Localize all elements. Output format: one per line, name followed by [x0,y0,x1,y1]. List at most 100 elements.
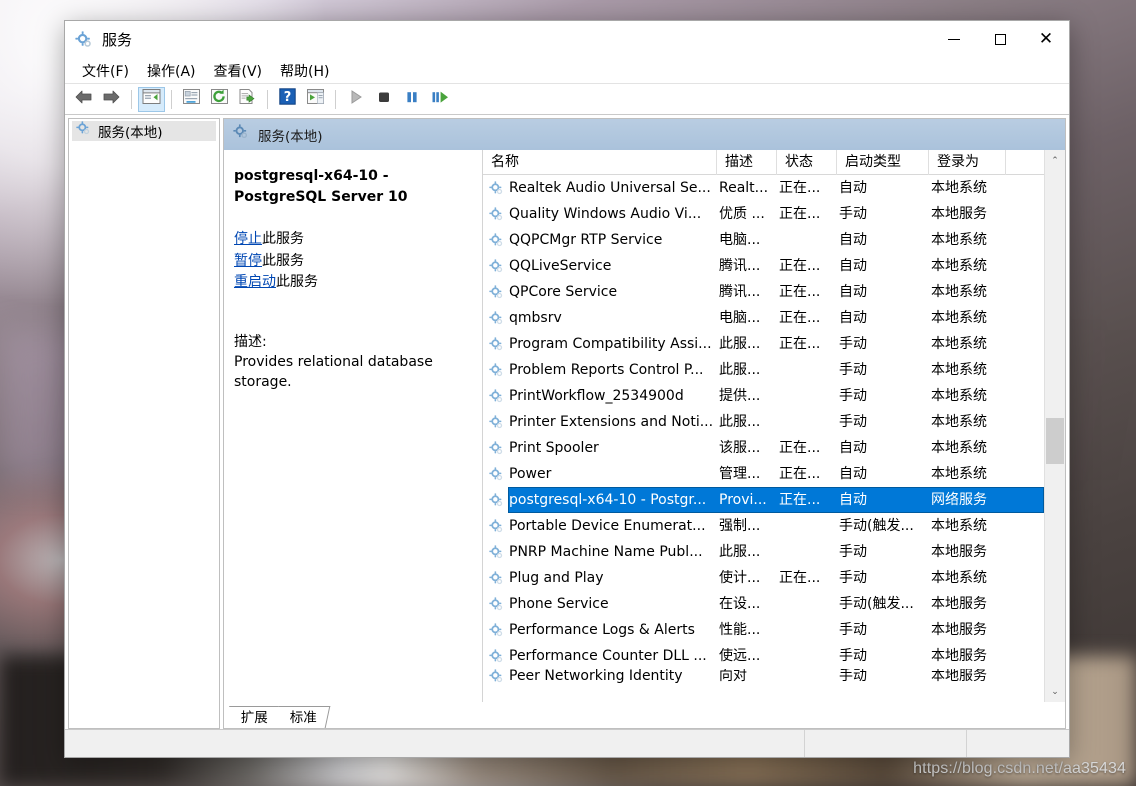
service-log-on-as-cell: 本地系统 [931,284,987,300]
back-button[interactable] [70,87,97,112]
pause-service-row: 暂停此服务 [234,251,468,273]
service-startup-type-cell: 手动 [839,669,867,683]
service-gear-icon [483,310,509,326]
forward-button[interactable] [98,87,125,112]
service-row[interactable]: Realtek Audio Universal Se... Realt... 正在.… [483,175,1043,201]
service-startup-type-cell: 手动(触发... [839,518,914,534]
column-header-filler [1006,150,1043,175]
close-icon: ✕ [1038,29,1054,49]
menu-action[interactable]: 操作(A) [138,59,205,83]
service-status-cell [777,539,837,565]
export-list-button[interactable] [234,87,261,112]
service-detail-title: postgresql-x64-10 - PostgreSQL Server 10 [234,168,408,205]
service-name-cell: PrintWorkflow_2534900d [509,388,684,404]
service-status-cell [777,617,837,643]
service-description-cell: 腾讯... [719,284,761,300]
service-row[interactable]: Print Spooler 该服... 正在... 自动 本地系统 [483,435,1043,461]
show-hide-console-tree-button[interactable] [138,86,165,112]
service-row[interactable]: Program Compatibility Assi... 此服... 正在... 手… [483,331,1043,357]
list-vertical-scrollbar[interactable]: ⌃ ⌄ [1044,150,1065,702]
content-pane-title: 服务(本地) [258,128,323,145]
service-description-label: 描述: [234,333,267,350]
service-log-on-as-cell: 本地服务 [931,544,987,560]
column-header-description[interactable]: 描述 [717,149,777,175]
service-gear-icon [483,518,509,534]
scroll-down-button[interactable]: ⌄ [1045,681,1065,702]
menu-help[interactable]: 帮助(H) [271,59,338,83]
service-startup-type-cell: 手动 [839,570,867,586]
service-description-cell: Realt... [719,180,769,196]
column-header-status[interactable]: 状态 [777,149,837,175]
service-status-cell [777,357,837,383]
refresh-button[interactable] [206,87,233,112]
service-name-cell: Performance Counter DLL ... [509,648,707,664]
column-header-startup-type[interactable]: 启动类型 [837,149,929,175]
service-row[interactable]: Quality Windows Audio Vi... 优质 ... 正在... 手动… [483,201,1043,227]
help-icon: ? [279,88,296,110]
service-row[interactable]: QPCore Service 腾讯... 正在... 自动 本地系统 [483,279,1043,305]
service-startup-type-cell: 自动 [839,258,867,274]
service-row-content: postgresql-x64-10 - Postgr... Provi... 正在.… [508,487,1044,513]
minimize-button[interactable] [931,21,977,58]
column-header-log-on-as[interactable]: 登录为 [929,149,1006,175]
properties-button[interactable] [178,87,205,112]
service-row[interactable]: Peer Networking Identity 向对 手动 本地服务 [483,669,1043,683]
help-button[interactable]: ? [274,87,301,112]
service-description-text: Provides relational database storage. [234,353,433,390]
service-name-cell: Power [509,466,552,482]
service-row[interactable]: Phone Service 在设... 手动(触发... 本地服务 [483,591,1043,617]
restart-service-button[interactable] [426,87,453,112]
service-name-cell: Phone Service [509,596,609,612]
service-row-content: Plug and Play 使计... 正在... 手动 本地系统 [509,566,1043,590]
services-list-body[interactable]: Realtek Audio Universal Se... Realt... 正在.… [483,175,1065,702]
start-service-button[interactable] [342,87,369,112]
window-body: 服务(本地) 服务(本地) postgresql-x64-10 - Postgr… [65,115,1069,729]
maximize-button[interactable] [977,21,1023,58]
service-row[interactable]: QQPCMgr RTP Service 电脑... 自动 本地系统 [483,227,1043,253]
service-row[interactable]: Plug and Play 使计... 正在... 手动 本地系统 [483,565,1043,591]
service-row[interactable]: Power 管理... 正在... 自动 本地系统 [483,461,1043,487]
service-row[interactable]: Performance Counter DLL ... 使远... 手动 本地服务 [483,643,1043,669]
service-gear-icon [483,362,509,378]
pause-service-button[interactable] [398,87,425,112]
service-startup-type-cell: 自动 [839,310,867,326]
close-button[interactable]: ✕ [1023,21,1069,58]
service-row-content: Print Spooler 该服... 正在... 自动 本地系统 [509,436,1043,460]
console-tree-pane: 服务(本地) [68,118,220,729]
menu-file[interactable]: 文件(F) [73,59,138,83]
service-status-cell: 正在... [779,284,821,300]
service-row[interactable]: QQLiveService 腾讯... 正在... 自动 本地系统 [483,253,1043,279]
service-gear-icon [483,596,509,612]
service-description-cell: 在设... [719,596,761,612]
scroll-thumb[interactable] [1046,418,1064,464]
service-name-cell: Plug and Play [509,570,604,586]
tab-extended[interactable]: 扩展 [224,706,282,728]
service-row-content: Peer Networking Identity 向对 手动 本地服务 [509,669,1043,683]
service-name-cell: QQLiveService [509,258,612,274]
column-header-name[interactable]: 名称 [483,149,717,175]
service-row[interactable]: Portable Device Enumerat... 强制... 手动(触发...… [483,513,1043,539]
restart-service-link[interactable]: 重启动 [234,274,276,290]
service-row[interactable]: PNRP Machine Name Publ... 此服... 手动 本地服务 [483,539,1043,565]
stop-service-link[interactable]: 停止 [234,231,262,247]
service-description-cell: 使计... [719,570,761,586]
service-name-cell: qmbsrv [509,310,562,326]
tree-node-services-local[interactable]: 服务(本地) [72,121,216,141]
tab-standard[interactable]: 标准 [273,706,331,728]
service-name-cell: Printer Extensions and Noti... [509,414,714,430]
service-gear-icon [483,544,509,560]
service-startup-type-cell: 自动 [839,466,867,482]
service-row[interactable]: qmbsrv 电脑... 正在... 自动 本地系统 [483,305,1043,331]
service-row[interactable]: Printer Extensions and Noti... 此服... 手动 本地系… [483,409,1043,435]
pause-service-link[interactable]: 暂停 [234,253,262,269]
service-row[interactable]: postgresql-x64-10 - Postgr... Provi... 正在.… [483,487,1044,513]
service-row[interactable]: PrintWorkflow_2534900d 提供... 手动 本地系统 [483,383,1043,409]
service-row[interactable]: Performance Logs & Alerts 性能... 手动 本地服务 [483,617,1043,643]
stop-service-button[interactable] [370,87,397,112]
service-row[interactable]: Problem Reports Control P... 此服... 手动 本地系统 [483,357,1043,383]
scroll-up-button[interactable]: ⌃ [1045,150,1065,171]
service-log-on-as-cell: 本地系统 [931,336,987,352]
service-name-cell: Portable Device Enumerat... [509,518,706,534]
menu-view[interactable]: 查看(V) [205,59,272,83]
show-action-pane-button[interactable] [302,87,329,112]
